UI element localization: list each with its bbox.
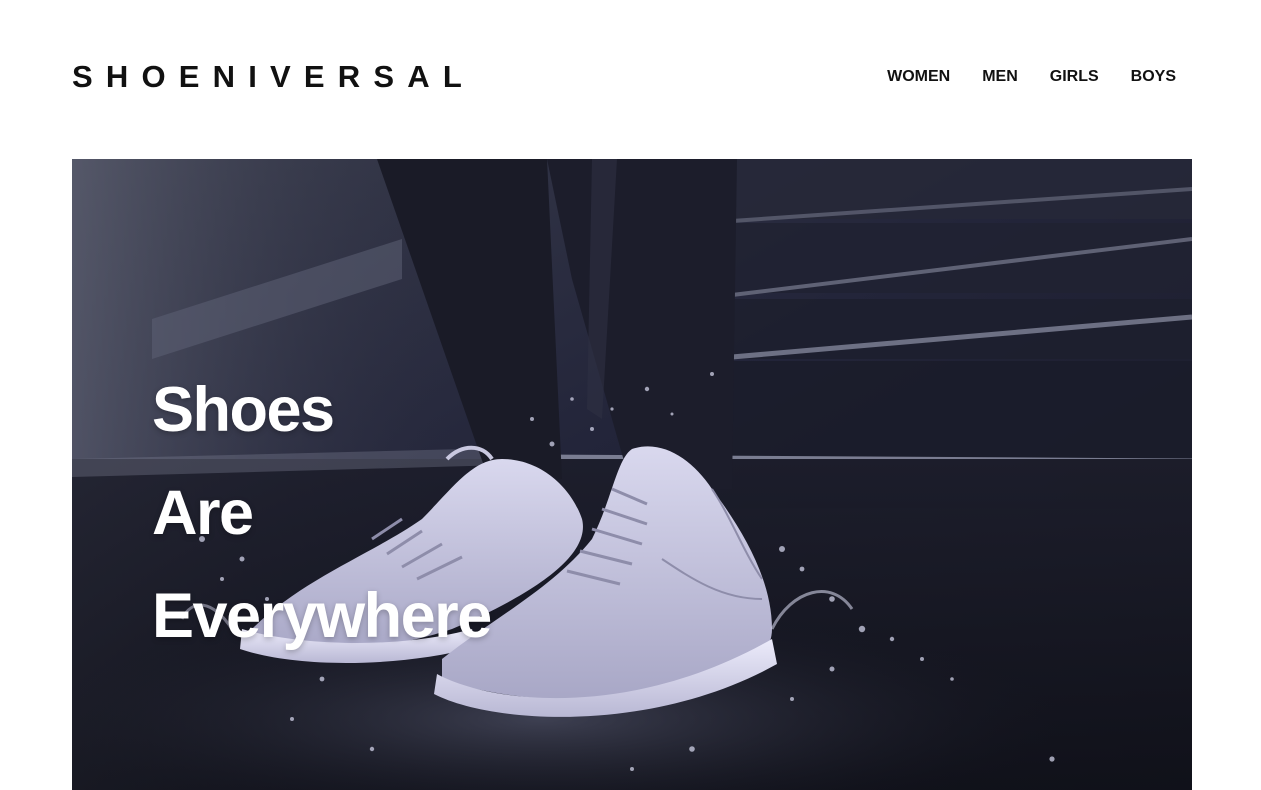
site-header: SHOENIVERSAL WOMEN MEN GIRLS BOYS xyxy=(72,0,1176,158)
nav-link-boys[interactable]: BOYS xyxy=(1131,66,1176,88)
nav-link-girls[interactable]: GIRLS xyxy=(1050,66,1099,88)
hero-banner: Shoes Are Everywhere xyxy=(72,159,1192,790)
nav-link-women[interactable]: WOMEN xyxy=(887,66,950,88)
site-logo[interactable]: SHOENIVERSAL xyxy=(72,58,475,96)
hero-heading-line: Everywhere xyxy=(152,581,492,651)
nav-link-men[interactable]: MEN xyxy=(982,66,1018,88)
hero-heading-line: Are xyxy=(152,478,254,548)
page: SHOENIVERSAL WOMEN MEN GIRLS BOYS Shoes … xyxy=(0,0,1261,790)
main-nav: WOMEN MEN GIRLS BOYS xyxy=(887,66,1176,88)
hero-heading-line: Shoes xyxy=(152,375,335,445)
hero-heading: Shoes Are Everywhere xyxy=(152,359,492,668)
